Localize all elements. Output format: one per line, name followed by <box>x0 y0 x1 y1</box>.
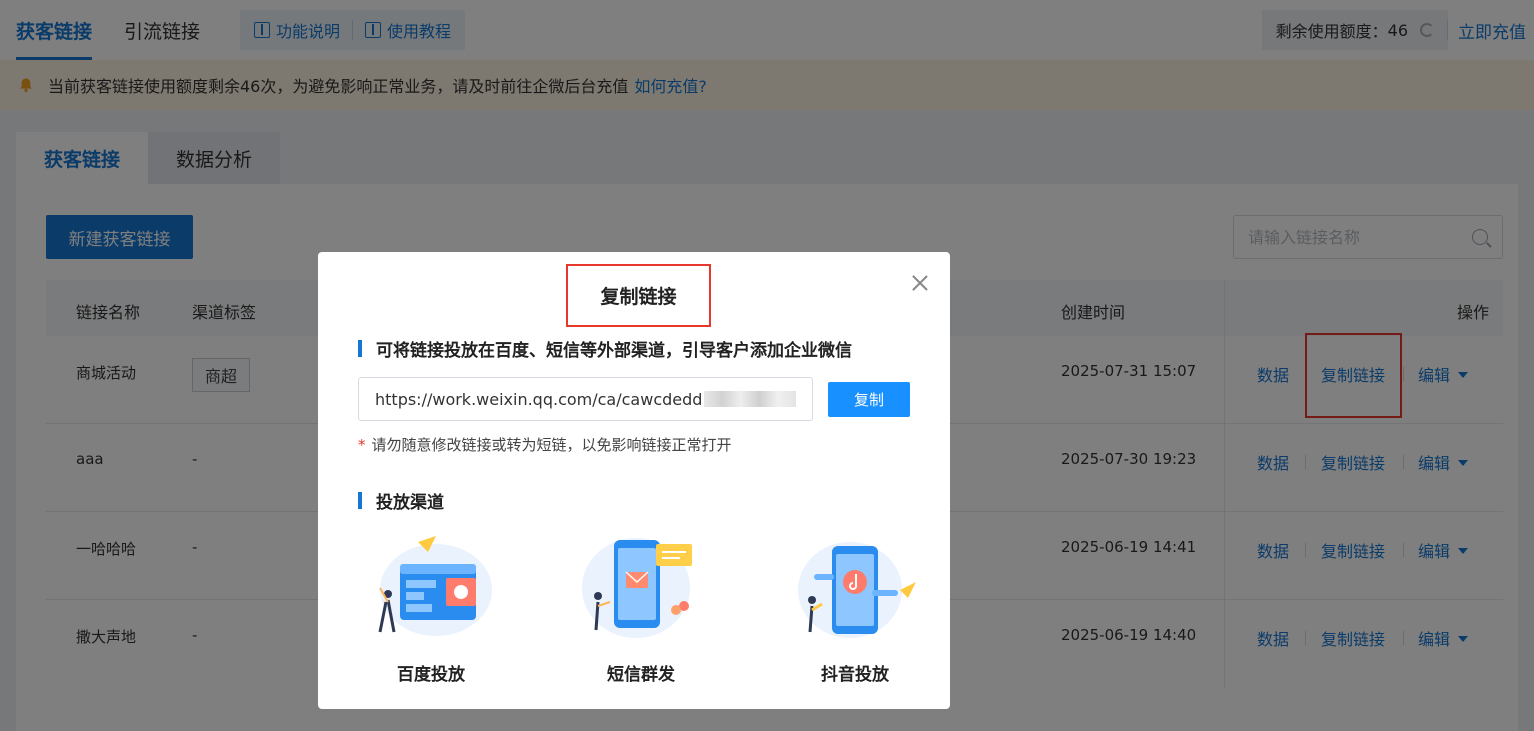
douyin-illustration <box>798 542 916 638</box>
channel-baidu[interactable]: 百度投放 <box>366 532 496 685</box>
copy-link-dialog: 复制链接 可将链接投放在百度、短信等外部渠道，引导客户添加企业微信 https:… <box>318 252 950 709</box>
link-url-field[interactable]: https://work.weixin.qq.com/ca/cawcdedd <box>358 377 813 421</box>
sms-illustration <box>582 538 692 638</box>
section-usage-text: 可将链接投放在百度、短信等外部渠道，引导客户添加企业微信 <box>376 341 852 361</box>
warning-text: 请勿随意修改链接或转为短链，以免影响链接正常打开 <box>371 436 732 454</box>
baidu-illustration <box>378 536 492 636</box>
channel-sms-label: 短信群发 <box>607 665 675 685</box>
section-channels-text: 投放渠道 <box>376 493 444 513</box>
channel-baidu-label: 百度投放 <box>397 665 465 685</box>
close-icon[interactable] <box>910 273 930 293</box>
copy-button[interactable]: 复制 <box>828 382 910 417</box>
required-mark: * <box>358 436 366 454</box>
channel-douyin-label: 抖音投放 <box>821 665 889 685</box>
redacted-part <box>704 391 796 407</box>
link-url-text: https://work.weixin.qq.com/ca/cawcdedd <box>375 389 703 409</box>
channel-sms[interactable]: 短信群发 <box>576 532 706 685</box>
link-warning: * 请勿随意修改链接或转为短链，以免影响链接正常打开 <box>358 434 732 455</box>
title-highlight: 复制链接 <box>566 264 711 327</box>
section-heading-channels: 投放渠道 <box>358 488 444 513</box>
section-heading-usage: 可将链接投放在百度、短信等外部渠道，引导客户添加企业微信 <box>358 336 852 361</box>
channel-douyin[interactable]: 抖音投放 <box>790 532 920 685</box>
dialog-title: 复制链接 <box>600 286 677 308</box>
